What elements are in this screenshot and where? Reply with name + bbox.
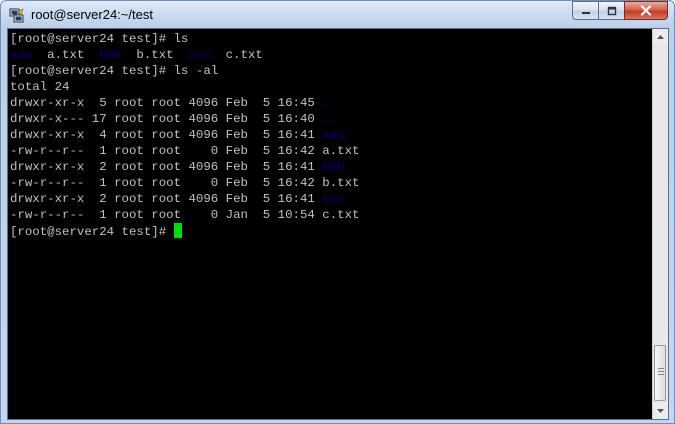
window-controls [572,1,668,21]
terminal-line: -rw-r--r-- 1 root root 0 Feb 5 16:42 a.t… [10,143,359,159]
directory-name: ccc [322,192,345,206]
terminal-text: [root@server24 test]# ls [10,32,189,46]
terminal-text: -rw-r--r-- 1 root root 0 Jan 5 10:54 c.t… [10,208,360,222]
terminal-text: a.txt [32,48,100,62]
terminal-line: aaa a.txt bbb b.txt ccc c.txt [10,47,263,63]
directory-name: .. [322,112,338,126]
putty-icon[interactable] [9,7,25,23]
thumb-grip-line [658,371,664,372]
terminal-text: -rw-r--r-- 1 root root 0 Feb 5 16:42 a.t… [10,144,360,158]
terminal-client-area: [root@server24 test]# ls aaa a.txt bbb b.… [7,28,669,420]
directory-name: . [322,96,330,110]
terminal-window: root@server24:~/test [root@server24 test… [0,0,675,424]
shell-prompt: [root@server24 test]# [10,225,174,239]
text-cursor [173,223,182,238]
terminal-line: drwxr-xr-x 4 root root 4096 Feb 5 16:41 … [10,127,345,143]
terminal-line: [root@server24 test]# ls [10,31,188,47]
terminal-line: [root@server24 test]# ls -al [10,63,218,79]
thumb-grip-line [658,374,664,375]
window-title: root@server24:~/test [31,7,153,22]
close-icon [640,5,652,16]
terminal-text: drwxr-xr-x 5 root root 4096 Feb 5 16:45 [10,96,323,110]
vertical-scrollbar[interactable] [652,29,668,419]
terminal-line: drwxr-x--- 17 root root 4096 Feb 5 16:40… [10,111,337,127]
maximize-button[interactable] [598,1,624,20]
terminal-text: drwxr-xr-x 2 root root 4096 Feb 5 16:41 [10,192,323,206]
directory-name: bbb [322,160,345,174]
terminal-text: drwxr-xr-x 4 root root 4096 Feb 5 16:41 [10,128,323,142]
thumb-grip-line [658,368,664,369]
terminal-text: total 24 [10,80,70,94]
scrollbar-thumb[interactable] [654,345,666,401]
scroll-up-button[interactable] [653,29,668,45]
directory-name: aaa [322,128,345,142]
terminal-text: drwxr-x--- 17 root root 4096 Feb 5 16:40 [10,112,323,126]
terminal-text: -rw-r--r-- 1 root root 0 Feb 5 16:42 b.t… [10,176,360,190]
terminal-text: [root@server24 test]# ls -al [10,64,219,78]
terminal-text: b.txt [121,48,189,62]
terminal-output[interactable]: [root@server24 test]# ls aaa a.txt bbb b.… [8,29,652,419]
directory-name: aaa [10,48,33,62]
directory-name: bbb [99,48,122,62]
minimize-icon [581,11,590,14]
close-button[interactable] [624,1,668,20]
maximize-icon [607,6,616,15]
terminal-line: -rw-r--r-- 1 root root 0 Feb 5 16:42 b.t… [10,175,359,191]
scroll-down-arrow-icon [657,409,664,413]
scroll-down-button[interactable] [653,403,668,419]
title-bar[interactable]: root@server24:~/test [1,1,674,28]
terminal-line: drwxr-xr-x 5 root root 4096 Feb 5 16:45 … [10,95,330,111]
terminal-line: -rw-r--r-- 1 root root 0 Jan 5 10:54 c.t… [10,207,359,223]
terminal-text: drwxr-xr-x 2 root root 4096 Feb 5 16:41 [10,160,323,174]
terminal-text: c.txt [210,48,263,62]
minimize-button[interactable] [572,1,598,20]
prompt-line[interactable]: [root@server24 test]# [10,223,182,239]
terminal-line: total 24 [10,79,70,95]
terminal-line: drwxr-xr-x 2 root root 4096 Feb 5 16:41 … [10,191,345,207]
directory-name: ccc [188,48,211,62]
terminal-line: drwxr-xr-x 2 root root 4096 Feb 5 16:41 … [10,159,345,175]
scroll-up-arrow-icon [657,35,664,39]
